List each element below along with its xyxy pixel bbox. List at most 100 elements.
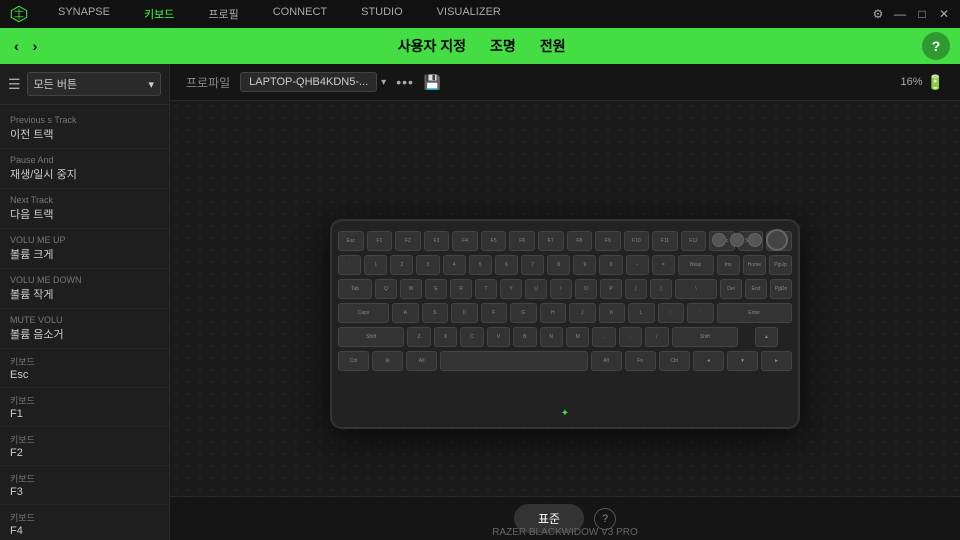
profile-select[interactable]: LAPTOP-QHB4KDN5-... ▾ — [240, 72, 386, 92]
key-down[interactable]: ▼ — [727, 351, 758, 371]
key-lbracket[interactable]: [ — [625, 279, 647, 299]
key-f5[interactable]: F5 — [481, 231, 507, 251]
key-quote[interactable]: ' — [687, 303, 714, 323]
key-a[interactable]: A — [392, 303, 419, 323]
key-w[interactable]: W — [400, 279, 422, 299]
key-f4[interactable]: F4 — [452, 231, 478, 251]
key-lshift[interactable]: Shift — [338, 327, 404, 347]
nav-studio[interactable]: STUDIO — [345, 2, 419, 26]
nav-visualizer[interactable]: VISUALIZER — [421, 2, 517, 26]
tab-lighting[interactable]: 조명 — [490, 32, 516, 60]
list-item[interactable]: MUTE VOLU 볼륨 음소거 — [0, 309, 169, 349]
key-q[interactable]: Q — [375, 279, 397, 299]
key-g[interactable]: G — [510, 303, 537, 323]
key-p[interactable]: P — [600, 279, 622, 299]
key-f2[interactable]: F2 — [395, 231, 421, 251]
key-rctrl[interactable]: Ctrl — [659, 351, 690, 371]
profile-more-button[interactable]: ••• — [396, 74, 414, 90]
list-item[interactable]: Next Track 다음 트랙 — [0, 189, 169, 229]
key-f6[interactable]: F6 — [509, 231, 535, 251]
key-filter-dropdown[interactable]: 모든 버튼 ▾ — [27, 72, 161, 96]
key-right[interactable]: ► — [761, 351, 792, 371]
nav-keyboard[interactable]: 키보드 — [128, 2, 190, 26]
key-y[interactable]: Y — [500, 279, 522, 299]
key-l[interactable]: L — [628, 303, 655, 323]
key-x[interactable]: X — [434, 327, 457, 347]
key-lwin[interactable]: ⊞ — [372, 351, 403, 371]
key-f1[interactable]: F1 — [367, 231, 393, 251]
key-f12[interactable]: F12 — [681, 231, 707, 251]
forward-button[interactable]: › — [29, 36, 42, 56]
key-k[interactable]: K — [599, 303, 626, 323]
key-ins[interactable]: Ins — [717, 255, 740, 275]
key-slash[interactable]: / — [645, 327, 668, 347]
key-f9[interactable]: F9 — [595, 231, 621, 251]
key-8[interactable]: 8 — [547, 255, 570, 275]
key-up[interactable]: ▲ — [755, 327, 778, 347]
key-9[interactable]: 9 — [573, 255, 596, 275]
key-pgdn[interactable]: PgDn — [770, 279, 792, 299]
help-button[interactable]: ? — [922, 32, 950, 60]
key-tab[interactable]: Tab — [338, 279, 372, 299]
key-rbracket[interactable]: ] — [650, 279, 672, 299]
key-fn[interactable]: Fn — [625, 351, 656, 371]
key-i[interactable]: I — [550, 279, 572, 299]
key-equals[interactable]: = — [652, 255, 675, 275]
key-period[interactable]: . — [619, 327, 642, 347]
key-3[interactable]: 3 — [416, 255, 439, 275]
key-f3[interactable]: F3 — [424, 231, 450, 251]
key-d[interactable]: D — [451, 303, 478, 323]
key-u[interactable]: U — [525, 279, 547, 299]
key-m[interactable]: M — [566, 327, 589, 347]
key-del[interactable]: Del — [720, 279, 742, 299]
key-minus[interactable]: - — [626, 255, 649, 275]
list-item[interactable]: VOLU ME UP 볼륨 크게 — [0, 229, 169, 269]
key-n[interactable]: N — [540, 327, 563, 347]
list-item[interactable]: 키보드 Esc — [0, 349, 169, 388]
key-ralt[interactable]: Alt — [591, 351, 622, 371]
key-r[interactable]: R — [450, 279, 472, 299]
settings-button[interactable]: ⚙ — [870, 6, 886, 22]
key-f8[interactable]: F8 — [567, 231, 593, 251]
list-item[interactable]: 키보드 F1 — [0, 388, 169, 427]
key-rshift[interactable]: Shift — [672, 327, 738, 347]
nav-synapse[interactable]: SYNAPSE — [42, 2, 126, 26]
key-v[interactable]: V — [487, 327, 510, 347]
list-item[interactable]: 키보드 F4 — [0, 505, 169, 540]
back-button[interactable]: ‹ — [10, 36, 23, 56]
key-6[interactable]: 6 — [495, 255, 518, 275]
list-item[interactable]: 키보드 F3 — [0, 466, 169, 505]
key-b[interactable]: B — [513, 327, 536, 347]
key-2[interactable]: 2 — [390, 255, 413, 275]
list-item[interactable]: Previous s Track 이전 트랙 — [0, 109, 169, 149]
list-item[interactable]: Pause And 재생/일시 중지 — [0, 149, 169, 189]
key-4[interactable]: 4 — [443, 255, 466, 275]
key-home[interactable]: Home — [743, 255, 766, 275]
tab-power[interactable]: 전원 — [540, 32, 566, 60]
key-backspace[interactable]: Bksp — [678, 255, 714, 275]
key-t[interactable]: T — [475, 279, 497, 299]
list-item[interactable]: VOLU ME DOWN 볼륨 작게 — [0, 269, 169, 309]
key-j[interactable]: J — [569, 303, 596, 323]
key-f7[interactable]: F7 — [538, 231, 564, 251]
profile-save-button[interactable]: 💾 — [424, 74, 441, 91]
key-enter[interactable]: Enter — [717, 303, 793, 323]
key-1[interactable]: 1 — [364, 255, 387, 275]
key-lalt[interactable]: Alt — [406, 351, 437, 371]
tab-customize[interactable]: 사용자 지정 — [398, 32, 466, 60]
key-pgup[interactable]: PgUp — [769, 255, 792, 275]
key-capslock[interactable]: Caps — [338, 303, 389, 323]
key-space[interactable] — [440, 351, 587, 371]
key-5[interactable]: 5 — [469, 255, 492, 275]
key-h[interactable]: H — [540, 303, 567, 323]
key-o[interactable]: O — [575, 279, 597, 299]
key-0[interactable]: 0 — [599, 255, 622, 275]
key-z[interactable]: Z — [407, 327, 430, 347]
key-comma[interactable]: , — [592, 327, 615, 347]
key-e[interactable]: E — [425, 279, 447, 299]
key-c[interactable]: C — [460, 327, 483, 347]
key-s[interactable]: S — [422, 303, 449, 323]
minimize-button[interactable]: — — [892, 6, 908, 22]
key-left[interactable]: ◄ — [693, 351, 724, 371]
key-backtick[interactable]: ` — [338, 255, 361, 275]
